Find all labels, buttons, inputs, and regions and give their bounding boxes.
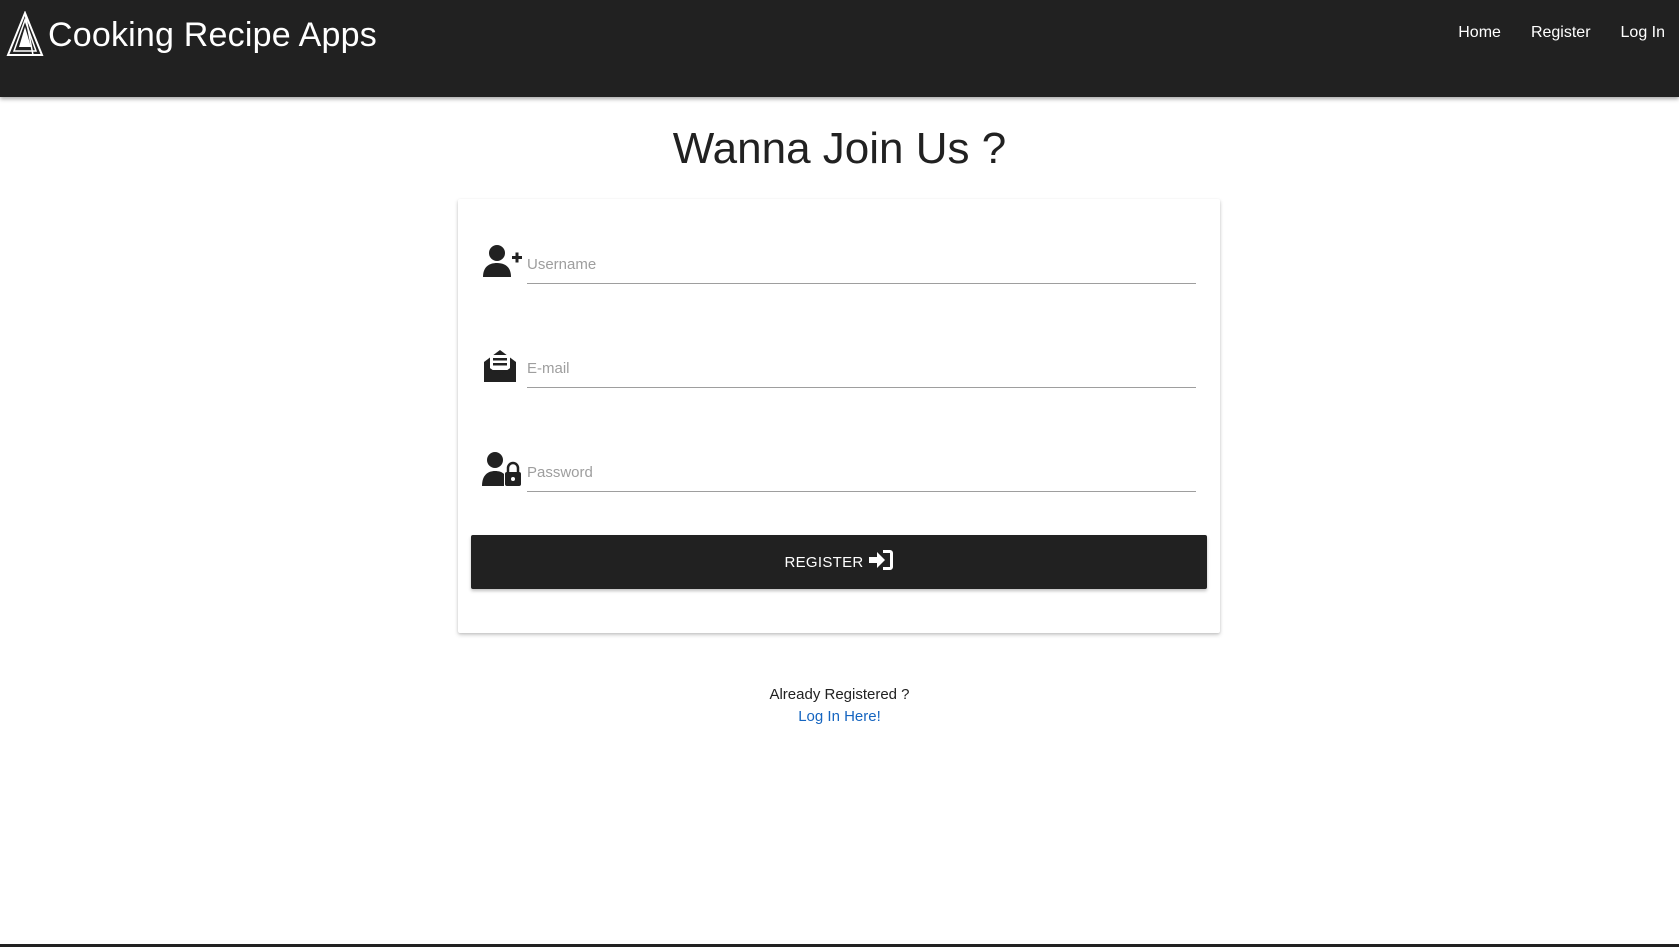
password-input[interactable] — [527, 454, 1196, 492]
brand-title: Cooking Recipe Apps — [48, 15, 377, 54]
user-plus-icon — [482, 242, 522, 282]
user-lock-icon — [482, 450, 522, 490]
top-navbar: Cooking Recipe Apps Home Register Log In — [0, 0, 1679, 97]
triangle-logo-icon — [6, 11, 44, 56]
nav-link-home[interactable]: Home — [1443, 22, 1516, 44]
nav-link-register[interactable]: Register — [1516, 22, 1606, 44]
brand-link[interactable]: Cooking Recipe Apps — [6, 11, 377, 59]
already-registered-text: Already Registered ? — [769, 686, 910, 703]
register-card: REGISTER — [458, 199, 1220, 633]
username-input[interactable] — [527, 246, 1196, 284]
register-button-label: REGISTER — [784, 553, 864, 571]
password-field-group — [482, 450, 1196, 498]
email-input[interactable] — [527, 350, 1196, 388]
page-title: Wanna Join Us ? — [672, 124, 1007, 173]
login-here-link[interactable]: Log In Here! — [798, 708, 881, 725]
sign-in-icon — [868, 549, 894, 575]
login-link-wrapper: Log In Here! — [0, 706, 1679, 728]
envelope-open-text-icon — [482, 346, 522, 386]
email-field-group — [482, 346, 1196, 394]
username-field-group — [482, 242, 1196, 290]
nav-links: Home Register Log In — [1443, 22, 1665, 44]
register-button[interactable]: REGISTER — [471, 535, 1207, 589]
nav-link-login[interactable]: Log In — [1606, 22, 1665, 44]
